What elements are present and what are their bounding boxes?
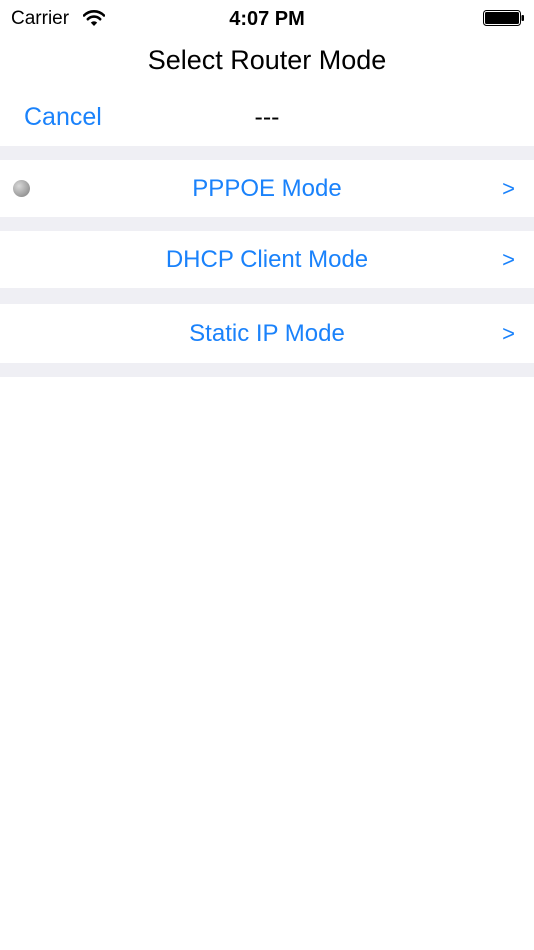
mode-label-pppoe: PPPOE Mode: [192, 175, 342, 202]
section-separator: [0, 217, 534, 231]
mode-label-dhcp: DHCP Client Mode: [165, 246, 369, 273]
cancel-button[interactable]: Cancel: [24, 101, 102, 133]
chevron-right-icon: >: [502, 321, 515, 346]
chevron-right-icon: >: [502, 176, 515, 201]
mode-label-static-ip: Static IP Mode: [189, 320, 345, 347]
chevron-right-icon: >: [502, 247, 515, 272]
section-separator: [0, 288, 534, 304]
section-separator: [0, 363, 534, 377]
clock: 4:07 PM: [229, 8, 305, 30]
battery-icon: [483, 10, 524, 26]
mode-row-static-ip[interactable]: Static IP Mode >: [0, 304, 534, 363]
mode-row-pppoe[interactable]: PPPOE Mode >: [0, 160, 534, 217]
status-bar: Carrier 4:07 PM: [0, 0, 534, 38]
selected-mode-value: ---: [254, 103, 280, 131]
section-separator: [0, 146, 534, 160]
mode-row-dhcp[interactable]: DHCP Client Mode >: [0, 231, 534, 288]
page-title: Select Router Mode: [147, 45, 387, 75]
